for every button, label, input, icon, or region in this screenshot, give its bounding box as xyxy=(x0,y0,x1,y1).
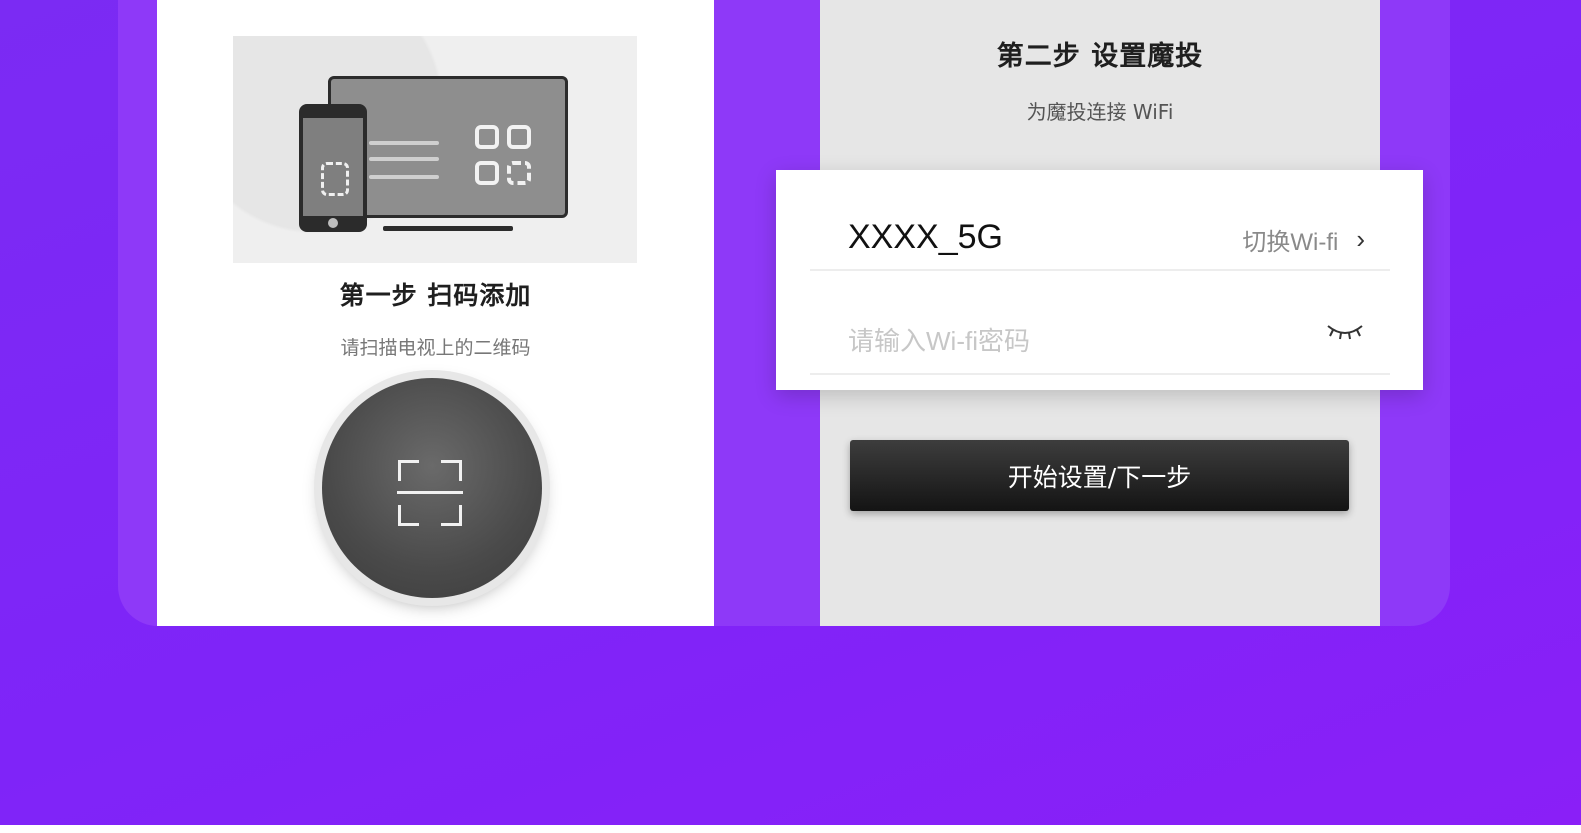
tv-text-line xyxy=(369,141,439,145)
step1-panel: 第一步 扫码添加 请扫描电视上的二维码 xyxy=(157,0,714,626)
wifi-ssid: XXXX_5G xyxy=(848,218,1003,256)
bottom-strip xyxy=(0,825,1581,833)
tv-text-line xyxy=(369,175,439,179)
eye-closed-icon[interactable] xyxy=(1325,320,1365,342)
scan-icon xyxy=(397,460,463,526)
wifi-card: XXXX_5G 切换Wi-fi › xyxy=(776,170,1423,390)
scan-button[interactable] xyxy=(322,378,542,598)
divider xyxy=(810,269,1390,271)
chevron-right-icon: › xyxy=(1356,224,1365,254)
phone-scan-icon xyxy=(321,162,349,196)
divider xyxy=(810,373,1390,375)
tv-text-line xyxy=(369,157,439,161)
start-setup-button[interactable]: 开始设置/下一步 xyxy=(850,440,1349,511)
switch-wifi-link[interactable]: 切换Wi-fi › xyxy=(1242,222,1365,257)
tv-phone-illustration xyxy=(233,36,637,263)
wifi-password-input[interactable] xyxy=(846,320,1300,362)
step1-subtitle: 请扫描电视上的二维码 xyxy=(340,337,531,359)
switch-wifi-label: 切换Wi-fi xyxy=(1242,229,1339,256)
qr-code-icon xyxy=(475,125,531,185)
phone-icon xyxy=(299,104,367,232)
step1-title: 第一步 扫码添加 xyxy=(339,281,532,310)
tv-stand xyxy=(383,226,513,231)
step2-subtitle: 为魔投连接 WiFi xyxy=(1026,100,1174,124)
step2-title: 第二步 设置魔投 xyxy=(996,41,1204,72)
